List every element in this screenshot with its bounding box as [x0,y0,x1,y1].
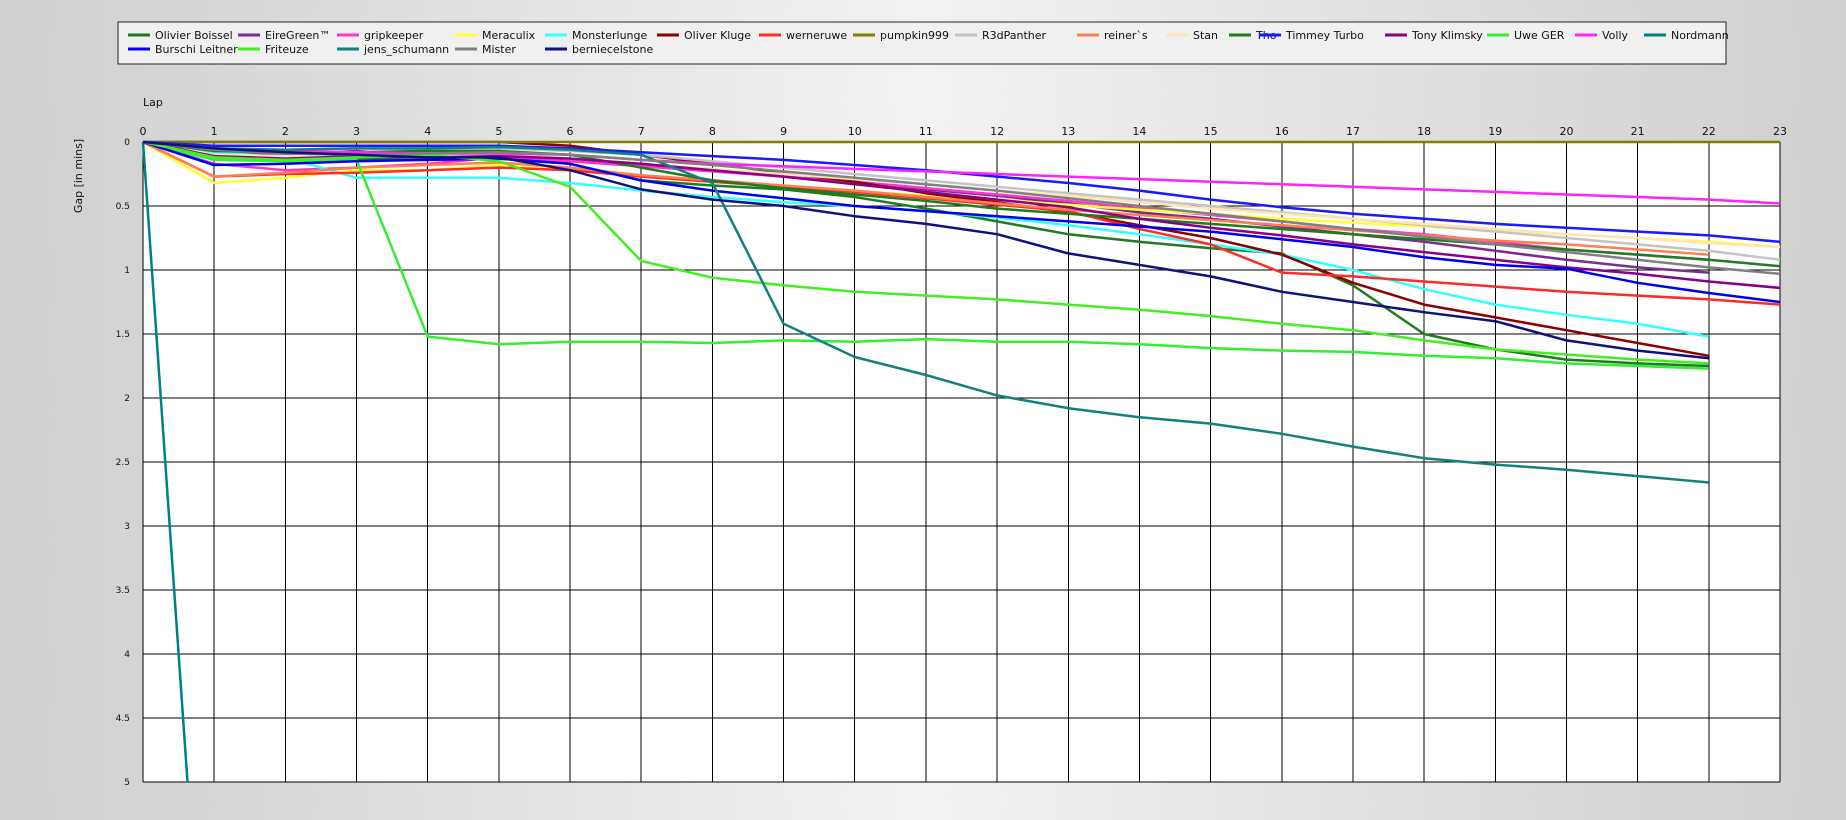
x-tick-label: 13 [1061,125,1075,138]
x-tick-label: 8 [709,125,716,138]
x-tick-label: 14 [1132,125,1146,138]
legend-label: berniecelstone [572,43,653,56]
x-tick-label: 21 [1631,125,1645,138]
x-tick-label: 19 [1488,125,1502,138]
legend-label: gripkeeper [364,29,424,42]
y-tick-label: 4.5 [116,714,130,724]
legend-label: Stan [1193,29,1218,42]
legend-label: pumpkin999 [880,29,949,42]
x-tick-label: 17 [1346,125,1360,138]
legend-label: Mister [482,43,516,56]
x-tick-label: 7 [638,125,645,138]
legend-label: Volly [1602,29,1629,42]
x-tick-label: 11 [919,125,933,138]
legend-label: Timmey Turbo [1285,29,1364,42]
legend-label: Olivier Boissel [155,29,233,42]
x-tick-label: 23 [1773,125,1787,138]
x-axis-label: Lap [143,96,163,109]
x-tick-label: 16 [1275,125,1289,138]
legend-label: Tony Klimsky [1411,29,1483,42]
x-tick-label: 2 [282,125,289,138]
legend-label: Uwe GER [1514,29,1565,42]
x-tick-label: 20 [1559,125,1573,138]
x-tick-label: 4 [424,125,431,138]
y-tick-label: 0 [124,138,130,148]
legend-label: EireGreen™ [265,29,330,42]
x-tick-label: 1 [211,125,218,138]
legend-label: werneruwe [786,29,847,42]
x-tick-label: 18 [1417,125,1431,138]
x-tick-label: 10 [848,125,862,138]
y-tick-label: 5 [124,778,130,788]
x-tick-label: 9 [780,125,787,138]
x-tick-label: 6 [567,125,574,138]
x-tick-label: 0 [140,125,147,138]
legend-label: reiner`s [1104,29,1148,42]
y-tick-label: 2.5 [116,458,130,468]
legend-label: Oliver Kluge [684,29,751,42]
y-tick-label: 1 [124,266,130,276]
legend-label: Burschi Leitner [155,43,238,56]
x-tick-label: 12 [990,125,1004,138]
y-tick-label: 4 [124,650,130,660]
legend-label: jens_schumann [363,43,449,56]
y-tick-label: 1.5 [116,330,130,340]
x-tick-label: 15 [1204,125,1218,138]
legend-label: Friteuze [265,43,309,56]
x-tick-label: 5 [495,125,502,138]
lap-gap-chart: Olivier Boissel EireGreen™ gripkeeper Merac… [72,21,1787,788]
x-tick-label: 22 [1702,125,1716,138]
legend-label: R3dPanther [982,29,1047,42]
x-tick-label: 3 [353,125,360,138]
y-tick-label: 3.5 [116,586,130,596]
y-axis-label: Gap [in mins] [72,139,85,213]
y-tick-label: 2 [124,394,130,404]
legend-label: Monsterlunge [572,29,648,42]
legend-label: Nordmann [1671,29,1729,42]
legend-label: Meraculix [482,29,536,42]
y-tick-label: 3 [124,522,130,532]
y-tick-label: 0.5 [116,202,130,212]
